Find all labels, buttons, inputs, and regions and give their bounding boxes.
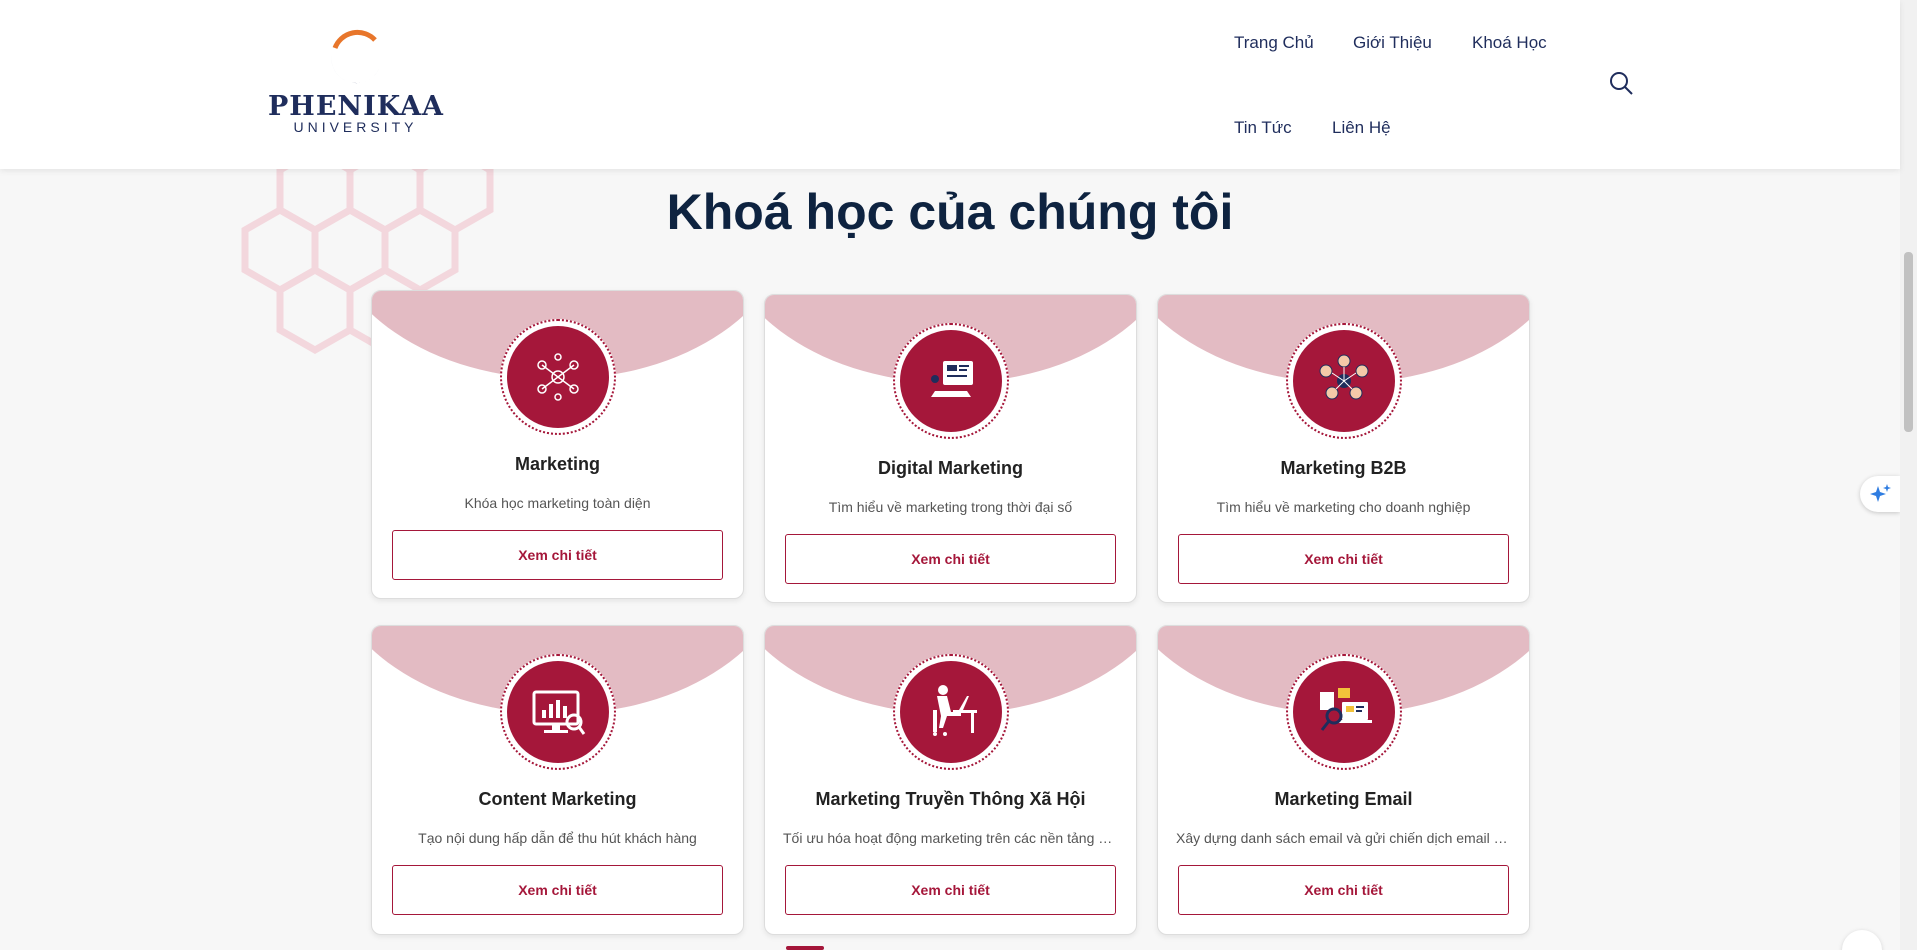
- email-campaign-icon: [1293, 661, 1395, 763]
- course-description: Xây dựng danh sách email và gửi chiến dị…: [1176, 830, 1511, 846]
- person-laptop-icon: [900, 661, 1002, 763]
- course-description: Khóa học marketing toàn diện: [464, 495, 651, 511]
- floating-assistant-button[interactable]: [1860, 476, 1900, 512]
- view-details-button[interactable]: Xem chi tiết: [785, 534, 1116, 584]
- nav-item-contact[interactable]: Liên Hệ: [1332, 118, 1391, 138]
- page-scrollbar[interactable]: [1900, 0, 1917, 950]
- card-icon-wrap: [1286, 654, 1402, 770]
- scrollbar-thumb[interactable]: [1904, 252, 1913, 432]
- course-card-digital-marketing: Digital Marketing Tìm hiểu về marketing …: [764, 294, 1137, 603]
- digital-screen-icon: [900, 330, 1002, 432]
- search-button[interactable]: [1608, 70, 1634, 96]
- nav-item-news[interactable]: Tin Tức: [1234, 118, 1292, 138]
- course-card-social-media-marketing: Marketing Truyền Thông Xã Hội Tối ưu hóa…: [764, 625, 1137, 935]
- analytics-monitor-icon: [507, 661, 609, 763]
- course-description: Tìm hiểu về marketing cho doanh nghiệp: [1216, 499, 1471, 515]
- site-header: PHENIKAA UNIVERSITY Trang Chủ Giới Thiệu…: [0, 0, 1900, 169]
- logo-sub-text: UNIVERSITY: [293, 119, 418, 135]
- card-icon-wrap: [500, 319, 616, 435]
- course-title: Marketing B2B: [1280, 458, 1407, 478]
- course-title: Content Marketing: [478, 789, 637, 809]
- card-icon-wrap: [893, 654, 1009, 770]
- course-card-marketing: Marketing Khóa học marketing toàn diện X…: [371, 290, 744, 599]
- course-title: Marketing: [514, 454, 601, 474]
- view-details-button[interactable]: Xem chi tiết: [785, 865, 1116, 915]
- nav-item-courses[interactable]: Khoá Học: [1472, 33, 1547, 53]
- course-description: Tạo nội dung hấp dẫn để thu hút khách hà…: [418, 830, 697, 846]
- course-title: Marketing Email: [1274, 789, 1413, 809]
- search-icon: [1610, 72, 1633, 95]
- logo-brand-text: PHENIKAA: [268, 91, 444, 122]
- nav-item-about[interactable]: Giới Thiệu: [1353, 33, 1432, 53]
- course-card-marketing-b2b: Marketing B2B Tìm hiểu về marketing cho …: [1157, 294, 1530, 603]
- pagination-indicator[interactable]: [786, 946, 824, 950]
- view-details-button[interactable]: Xem chi tiết: [392, 865, 723, 915]
- logo-mark-icon: [330, 29, 380, 84]
- section-title: Khoá học của chúng tôi: [666, 184, 1234, 240]
- card-icon-wrap: [1286, 323, 1402, 439]
- sparkle-icon: [1870, 484, 1891, 502]
- course-title: Digital Marketing: [877, 458, 1024, 478]
- site-logo[interactable]: PHENIKAA UNIVERSITY: [268, 26, 443, 146]
- nav-item-home[interactable]: Trang Chủ: [1234, 33, 1314, 53]
- course-card-email-marketing: Marketing Email Xây dựng danh sách email…: [1157, 625, 1530, 935]
- view-details-button[interactable]: Xem chi tiết: [1178, 865, 1509, 915]
- business-network-icon: [1293, 330, 1395, 432]
- course-card-content-marketing: Content Marketing Tạo nội dung hấp dẫn đ…: [371, 625, 744, 935]
- course-description: Tìm hiểu về marketing trong thời đại số: [828, 499, 1073, 515]
- course-title: Marketing Truyền Thông Xã Hội: [815, 789, 1086, 809]
- view-details-button[interactable]: Xem chi tiết: [392, 530, 723, 580]
- corner-action-button[interactable]: [1842, 930, 1882, 950]
- network-icon: [507, 326, 609, 428]
- view-details-button[interactable]: Xem chi tiết: [1178, 534, 1509, 584]
- card-icon-wrap: [893, 323, 1009, 439]
- card-icon-wrap: [500, 654, 616, 770]
- course-description: Tối ưu hóa hoạt động marketing trên các …: [783, 830, 1118, 846]
